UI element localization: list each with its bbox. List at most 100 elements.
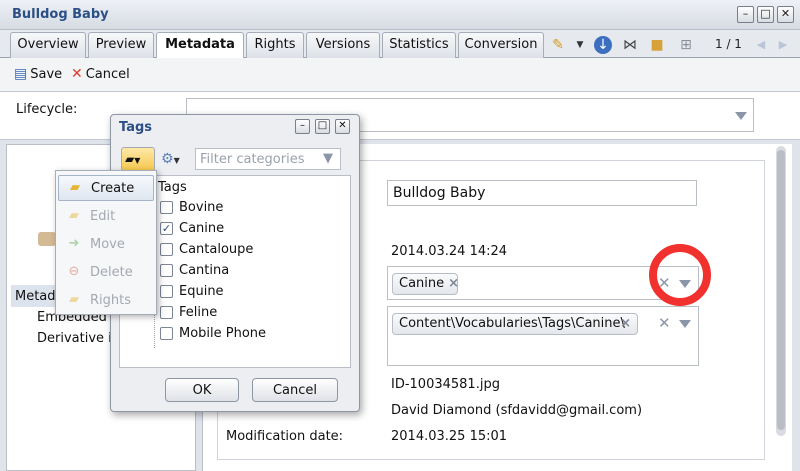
- tab-strip: Overview Preview Metadata Rights Version…: [0, 30, 800, 59]
- chevron-down-icon: ▼: [173, 156, 180, 165]
- tree-root-label[interactable]: Tags: [158, 180, 187, 195]
- filter-icon[interactable]: ▼: [323, 151, 333, 166]
- tab-overview[interactable]: Overview: [10, 32, 86, 58]
- checkbox-checked[interactable]: ✓: [160, 221, 173, 235]
- download-icon[interactable]: ↓: [594, 36, 612, 54]
- tag-chip-label: Canine: [399, 276, 445, 291]
- tags-dialog-title: Tags: [119, 120, 153, 135]
- folder-add-icon: ▰: [70, 180, 80, 195]
- menu-item-create[interactable]: ▰ Create: [58, 175, 154, 201]
- page-indicator: 1 / 1: [715, 37, 742, 51]
- dialog-close-button[interactable]: ✕: [335, 119, 350, 134]
- clear-icon[interactable]: ✕: [658, 314, 671, 332]
- folder-move-icon: ➜: [68, 236, 80, 251]
- menu-item-rights[interactable]: ▰ Rights: [58, 287, 154, 313]
- title-bar: Bulldog Baby – □ ✕: [0, 0, 800, 30]
- tag-chip[interactable]: Canine ×: [392, 273, 459, 295]
- tree-item[interactable]: Bovine: [160, 198, 223, 216]
- folder-menu-button[interactable]: ▰▼: [121, 147, 155, 171]
- modification-date-value: 2014.03.25 15:01: [391, 429, 508, 444]
- save-button[interactable]: ▤ Save: [14, 66, 62, 82]
- path-field[interactable]: Content\Vocabularies\Tags\Canine\ × ✕: [387, 306, 699, 366]
- checkbox[interactable]: [160, 305, 173, 319]
- menu-item-label: Delete: [90, 264, 133, 280]
- thumbnail-image: [38, 232, 56, 246]
- modification-date-label: Modification date:: [226, 429, 344, 444]
- checkbox[interactable]: [160, 284, 173, 298]
- chevron-down-icon[interactable]: ▼: [571, 36, 589, 54]
- maximize-button[interactable]: □: [757, 6, 774, 23]
- title-value: Bulldog Baby: [393, 185, 486, 201]
- next-page-icon[interactable]: ▶: [774, 36, 792, 54]
- tree-item[interactable]: Cantaloupe: [160, 240, 253, 258]
- cart-add-icon[interactable]: ⊞: [677, 36, 695, 54]
- cancel-label: Cancel: [85, 66, 130, 82]
- gear-menu-button[interactable]: ⚙▼: [161, 149, 191, 169]
- tab-conversion[interactable]: Conversion: [458, 32, 544, 58]
- filename-value: ID-10034581.jpg: [391, 377, 500, 392]
- menu-item-move[interactable]: ➜ Move: [58, 231, 154, 257]
- package-icon[interactable]: ■: [648, 36, 666, 54]
- folder-lock-icon: ▰: [69, 292, 79, 307]
- tab-preview[interactable]: Preview: [88, 32, 154, 58]
- window-title: Bulldog Baby: [12, 7, 109, 22]
- tab-versions[interactable]: Versions: [306, 32, 380, 58]
- tree-item[interactable]: Mobile Phone: [160, 324, 266, 342]
- tree-item-label: Equine: [179, 283, 224, 299]
- dialog-minimize-button[interactable]: –: [295, 119, 310, 134]
- checkbox[interactable]: [160, 242, 173, 256]
- menu-item-label: Edit: [90, 208, 116, 224]
- tree-item[interactable]: Feline: [160, 303, 217, 321]
- modified-by-value: David Diamond (sfdavidd@gmail.com): [391, 403, 643, 418]
- menu-item-label: Rights: [90, 292, 132, 308]
- pencil-icon[interactable]: ✎: [549, 36, 567, 54]
- title-field[interactable]: Bulldog Baby: [387, 180, 697, 206]
- checkbox[interactable]: [160, 263, 173, 277]
- path-chip[interactable]: Content\Vocabularies\Tags\Canine\ ×: [392, 313, 638, 335]
- prev-page-icon[interactable]: ◀: [752, 36, 770, 54]
- cancel-button[interactable]: ✕ Cancel: [71, 66, 130, 82]
- dialog-cancel-button[interactable]: Cancel: [252, 378, 338, 402]
- menu-item-label: Move: [90, 236, 125, 252]
- tree-item-label: Bovine: [179, 199, 224, 215]
- checkbox[interactable]: [160, 326, 173, 340]
- save-icon: ▤: [14, 66, 28, 82]
- highlight-circle: [649, 244, 711, 306]
- tree-item-label: Feline: [179, 304, 218, 320]
- minimize-button[interactable]: –: [737, 6, 754, 23]
- dropdown-arrow-icon[interactable]: [679, 320, 691, 328]
- created-date: 2014.03.24 14:24: [391, 244, 508, 259]
- save-label: Save: [30, 66, 63, 82]
- menu-item-delete[interactable]: ⊖ Delete: [58, 259, 154, 285]
- chevron-down-icon: ▼: [134, 156, 141, 165]
- tree-item-label: Canine: [179, 220, 225, 236]
- chip-remove-icon[interactable]: ×: [448, 276, 459, 291]
- close-window-button[interactable]: ✕: [777, 6, 794, 23]
- share-icon[interactable]: ⋈: [621, 36, 639, 54]
- filter-categories-input[interactable]: [195, 148, 341, 170]
- tab-rights[interactable]: Rights: [246, 32, 304, 58]
- tree-item[interactable]: Cantina: [160, 261, 229, 279]
- checkbox[interactable]: [160, 200, 173, 214]
- folder-icon: ▰: [125, 152, 135, 166]
- menu-item-label: Create: [91, 180, 135, 196]
- scrollbar-thumb[interactable]: [777, 150, 785, 430]
- dropdown-arrow-icon[interactable]: [735, 112, 747, 120]
- tree-item[interactable]: Equine: [160, 282, 224, 300]
- folder-edit-icon: ▰: [69, 208, 79, 223]
- tab-statistics[interactable]: Statistics: [382, 32, 456, 58]
- ok-button[interactable]: OK: [165, 378, 239, 402]
- gear-icon: ⚙: [161, 151, 174, 167]
- cancel-icon: ✕: [71, 66, 83, 82]
- chip-remove-icon[interactable]: ×: [620, 314, 631, 334]
- edit-toolbar: ▤ Save ✕ Cancel: [0, 58, 800, 92]
- folder-delete-icon: ⊖: [68, 264, 80, 279]
- tree-item-label: Mobile Phone: [179, 325, 267, 341]
- tree-item-label: Cantaloupe: [179, 241, 254, 257]
- tree-item-label: Cantina: [179, 262, 230, 278]
- dialog-maximize-button[interactable]: □: [315, 119, 330, 134]
- tree-item[interactable]: ✓ Canine: [160, 219, 224, 237]
- lifecycle-label: Lifecycle:: [16, 102, 78, 117]
- menu-item-edit[interactable]: ▰ Edit: [58, 203, 154, 229]
- tab-metadata[interactable]: Metadata: [156, 32, 244, 59]
